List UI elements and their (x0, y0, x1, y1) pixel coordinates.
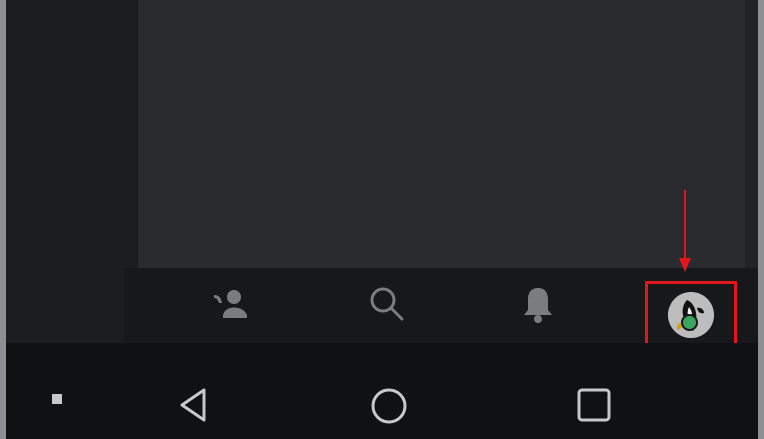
bottom-tab-bar (124, 268, 758, 349)
app-screen (0, 0, 764, 439)
home-button[interactable] (365, 382, 413, 430)
right-edge-panel (745, 0, 758, 268)
tab-search[interactable] (352, 278, 422, 330)
bell-icon (524, 288, 552, 323)
recents-button[interactable] (570, 381, 618, 429)
small-square-icon (52, 394, 62, 404)
friends-wave-icon (214, 290, 247, 318)
tab-friends[interactable] (197, 278, 267, 330)
system-navigation-bar (6, 343, 758, 439)
main-content-area (138, 0, 745, 268)
tab-notifications[interactable] (503, 278, 573, 330)
back-triangle-icon (180, 388, 206, 422)
left-rail (6, 0, 138, 343)
back-button[interactable] (169, 381, 217, 429)
search-icon (370, 287, 404, 321)
tab-profile[interactable] (645, 281, 737, 349)
online-status-dot (681, 314, 698, 331)
recents-square-icon (577, 388, 611, 422)
annotation-arrow-icon (679, 190, 691, 272)
small-system-button[interactable] (49, 391, 65, 407)
home-circle-icon (371, 388, 407, 424)
